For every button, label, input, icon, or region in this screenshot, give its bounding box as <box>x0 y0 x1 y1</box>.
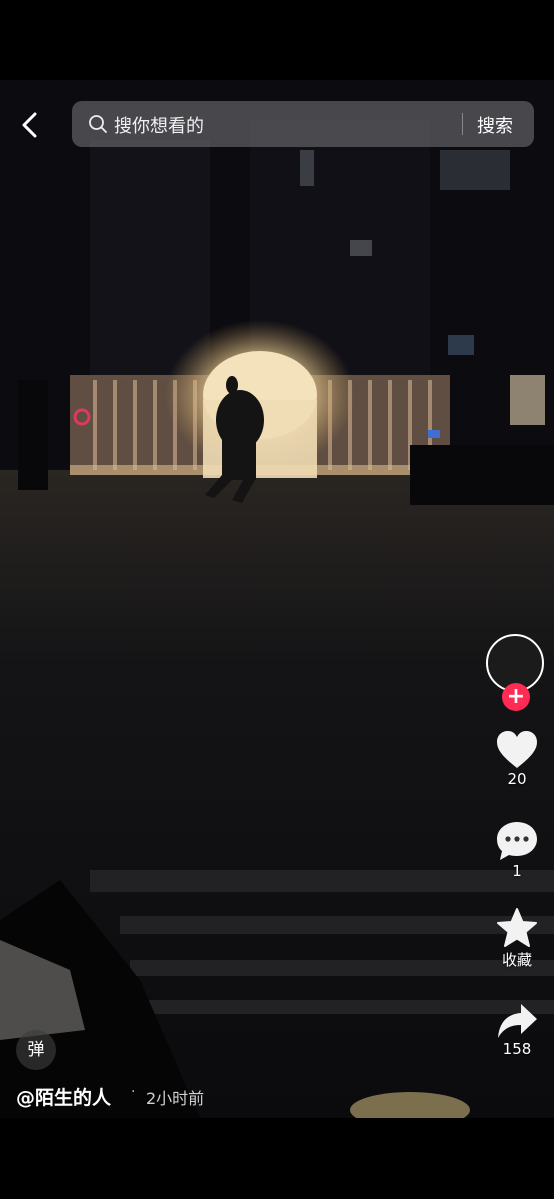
share-count: 158 <box>502 1040 532 1058</box>
heart-icon <box>497 731 537 768</box>
video-player[interactable] <box>0 80 554 1118</box>
separator-dot: · <box>131 1084 136 1100</box>
comment-button[interactable]: 1 <box>492 820 542 880</box>
post-time: 2小时前 <box>146 1089 205 1108</box>
share-icon <box>498 1004 537 1038</box>
like-count: 20 <box>507 770 527 788</box>
author-name[interactable]: @陌生的人 <box>16 1083 111 1110</box>
share-button[interactable]: 158 <box>492 1002 542 1058</box>
danmu-toggle-button[interactable]: 弹 <box>16 1030 56 1070</box>
favorite-label: 收藏 <box>501 951 532 969</box>
search-icon <box>89 115 107 133</box>
back-button[interactable] <box>14 108 48 142</box>
plus-icon: + <box>506 684 526 709</box>
back-arrow-icon <box>22 112 37 138</box>
like-button[interactable]: 20 <box>492 730 542 788</box>
follow-button[interactable]: + <box>502 683 530 711</box>
search-bar[interactable]: 搜你想看的 搜索 <box>72 101 534 147</box>
search-input[interactable]: 搜你想看的 <box>114 112 204 138</box>
star-icon <box>497 908 537 947</box>
search-button[interactable]: 搜索 <box>477 112 513 138</box>
comment-icon <box>497 822 537 860</box>
comment-count: 1 <box>512 862 522 880</box>
favorite-button[interactable]: 收藏 <box>492 907 542 970</box>
search-divider <box>462 113 463 135</box>
video-frame <box>0 80 554 1118</box>
